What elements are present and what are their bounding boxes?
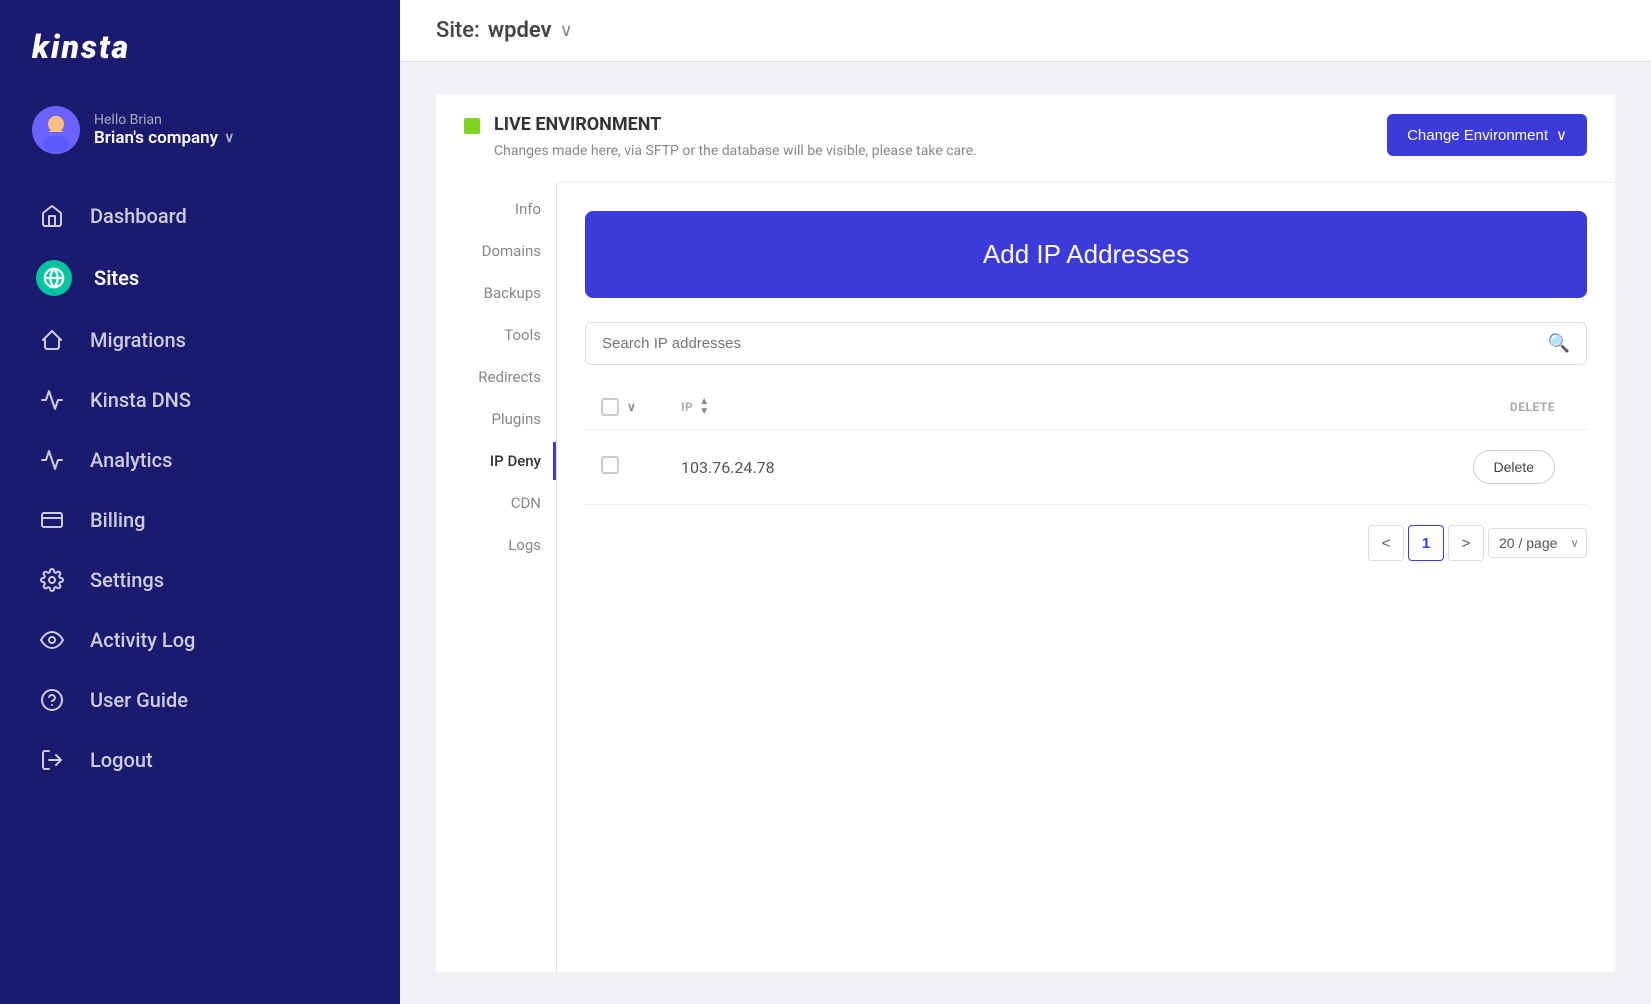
current-page-button[interactable]: 1 <box>1408 525 1444 561</box>
add-ip-addresses-button[interactable]: Add IP Addresses <box>585 211 1587 298</box>
checkbox-dropdown-icon[interactable]: ∨ <box>627 400 636 414</box>
ip-address: 103.76.24.78 <box>681 458 775 477</box>
settings-icon <box>36 564 68 596</box>
next-page-button[interactable]: > <box>1448 525 1484 561</box>
row-checkbox[interactable] <box>601 456 619 474</box>
sidebar-item-migrations[interactable]: Migrations <box>0 310 400 370</box>
sub-nav-ip-deny[interactable]: IP Deny <box>436 442 556 480</box>
main-content: Site: wpdev ∨ LIVE ENVIRONMENT Changes m… <box>400 0 1651 1004</box>
ip-table: ∨ IP ▲▼ <box>585 385 1587 505</box>
sidebar-item-user-guide[interactable]: User Guide <box>0 670 400 730</box>
sidebar-item-analytics[interactable]: Analytics <box>0 430 400 490</box>
table-row: 103.76.24.78 Delete <box>585 430 1587 505</box>
col-header-ip: IP ▲▼ <box>665 385 1117 430</box>
per-page-select[interactable]: 20 / page <box>1488 528 1587 558</box>
sub-nav-cdn[interactable]: CDN <box>436 484 556 522</box>
site-label: Site: <box>436 18 480 43</box>
sidebar-item-label: Dashboard <box>90 204 187 228</box>
delete-button[interactable]: Delete <box>1473 450 1555 484</box>
ip-sort-icon[interactable]: ▲▼ <box>699 397 709 417</box>
search-input[interactable] <box>602 335 1548 352</box>
select-all-checkbox[interactable] <box>601 398 619 416</box>
help-icon <box>36 684 68 716</box>
sidebar-item-logout[interactable]: Logout <box>0 730 400 790</box>
sub-nav-redirects[interactable]: Redirects <box>436 358 556 396</box>
company-name: Brian's company <box>94 128 218 148</box>
sub-nav-plugins[interactable]: Plugins <box>436 400 556 438</box>
row-checkbox-cell <box>585 430 665 505</box>
main-nav: Dashboard Sites Migrations <box>0 178 400 798</box>
logo-text: kinsta <box>32 28 130 66</box>
sidebar-item-label: User Guide <box>90 688 188 712</box>
ip-deny-panel: Add IP Addresses 🔍 <box>557 182 1615 972</box>
sidebar-item-label: Activity Log <box>90 628 195 652</box>
row-ip-cell: 103.76.24.78 <box>665 430 1117 505</box>
sidebar: kinsta Hello Brian Brian's company ∨ <box>0 0 400 1004</box>
billing-icon <box>36 504 68 536</box>
sidebar-item-label: Logout <box>90 748 153 772</box>
site-name: wpdev <box>488 18 552 43</box>
col-header-delete: DELETE <box>1117 385 1587 430</box>
company-selector[interactable]: Brian's company ∨ <box>94 128 234 148</box>
topbar: Site: wpdev ∨ <box>400 0 1651 62</box>
site-selector[interactable]: Site: wpdev ∨ <box>436 18 573 43</box>
user-section: Hello Brian Brian's company ∨ <box>0 94 400 178</box>
sidebar-item-settings[interactable]: Settings <box>0 550 400 610</box>
eye-icon <box>36 624 68 656</box>
env-info: LIVE ENVIRONMENT Changes made here, via … <box>494 114 977 162</box>
environment-banner: LIVE ENVIRONMENT Changes made here, via … <box>436 94 1615 182</box>
search-icon: 🔍 <box>1548 333 1570 354</box>
logout-icon <box>36 744 68 776</box>
per-page-wrapper: 20 / page <box>1488 528 1587 558</box>
sidebar-item-kinsta-dns[interactable]: Kinsta DNS <box>0 370 400 430</box>
greeting: Hello Brian <box>94 112 234 128</box>
sub-nav-info[interactable]: Info <box>436 190 556 228</box>
logo: kinsta <box>0 0 400 94</box>
sidebar-item-label: Billing <box>90 508 146 532</box>
sites-icon <box>36 260 72 296</box>
env-title: LIVE ENVIRONMENT <box>494 114 977 135</box>
sub-navigation: Info Domains Backups Tools Redirects Plu… <box>436 182 556 972</box>
sub-content: Info Domains Backups Tools Redirects Plu… <box>436 182 1615 972</box>
search-bar: 🔍 <box>585 322 1587 365</box>
pagination: < 1 > 20 / page <box>585 525 1587 561</box>
home-icon <box>36 200 68 232</box>
avatar <box>32 106 80 154</box>
sub-nav-domains[interactable]: Domains <box>436 232 556 270</box>
sub-nav-backups[interactable]: Backups <box>436 274 556 312</box>
sub-nav-logs[interactable]: Logs <box>436 526 556 564</box>
table-header: ∨ IP ▲▼ <box>585 385 1587 430</box>
content-area: LIVE ENVIRONMENT Changes made here, via … <box>400 62 1651 1004</box>
migrations-icon <box>36 324 68 356</box>
sidebar-item-dashboard[interactable]: Dashboard <box>0 186 400 246</box>
sidebar-item-label: Sites <box>94 266 139 290</box>
env-description: Changes made here, via SFTP or the datab… <box>494 141 977 162</box>
col-header-checkbox: ∨ <box>585 385 665 430</box>
dns-icon <box>36 384 68 416</box>
company-chevron-icon: ∨ <box>224 130 234 146</box>
row-delete-cell: Delete <box>1117 430 1587 505</box>
sidebar-item-activity-log[interactable]: Activity Log <box>0 610 400 670</box>
sidebar-item-label: Analytics <box>90 448 172 472</box>
chevron-down-icon: ∨ <box>1556 126 1567 144</box>
sidebar-item-label: Settings <box>90 568 164 592</box>
user-info: Hello Brian Brian's company ∨ <box>94 112 234 148</box>
site-chevron-icon: ∨ <box>560 20 573 41</box>
sidebar-item-sites[interactable]: Sites <box>0 246 400 310</box>
sidebar-item-label: Migrations <box>90 328 186 352</box>
sub-nav-tools[interactable]: Tools <box>436 316 556 354</box>
env-left: LIVE ENVIRONMENT Changes made here, via … <box>464 114 977 162</box>
main-panel: LIVE ENVIRONMENT Changes made here, via … <box>436 94 1615 972</box>
prev-page-button[interactable]: < <box>1368 525 1404 561</box>
change-environment-button[interactable]: Change Environment ∨ <box>1387 114 1587 156</box>
env-status-dot <box>464 118 480 134</box>
sidebar-item-billing[interactable]: Billing <box>0 490 400 550</box>
analytics-icon <box>36 444 68 476</box>
table-body: 103.76.24.78 Delete <box>585 430 1587 505</box>
sidebar-item-label: Kinsta DNS <box>90 388 191 412</box>
